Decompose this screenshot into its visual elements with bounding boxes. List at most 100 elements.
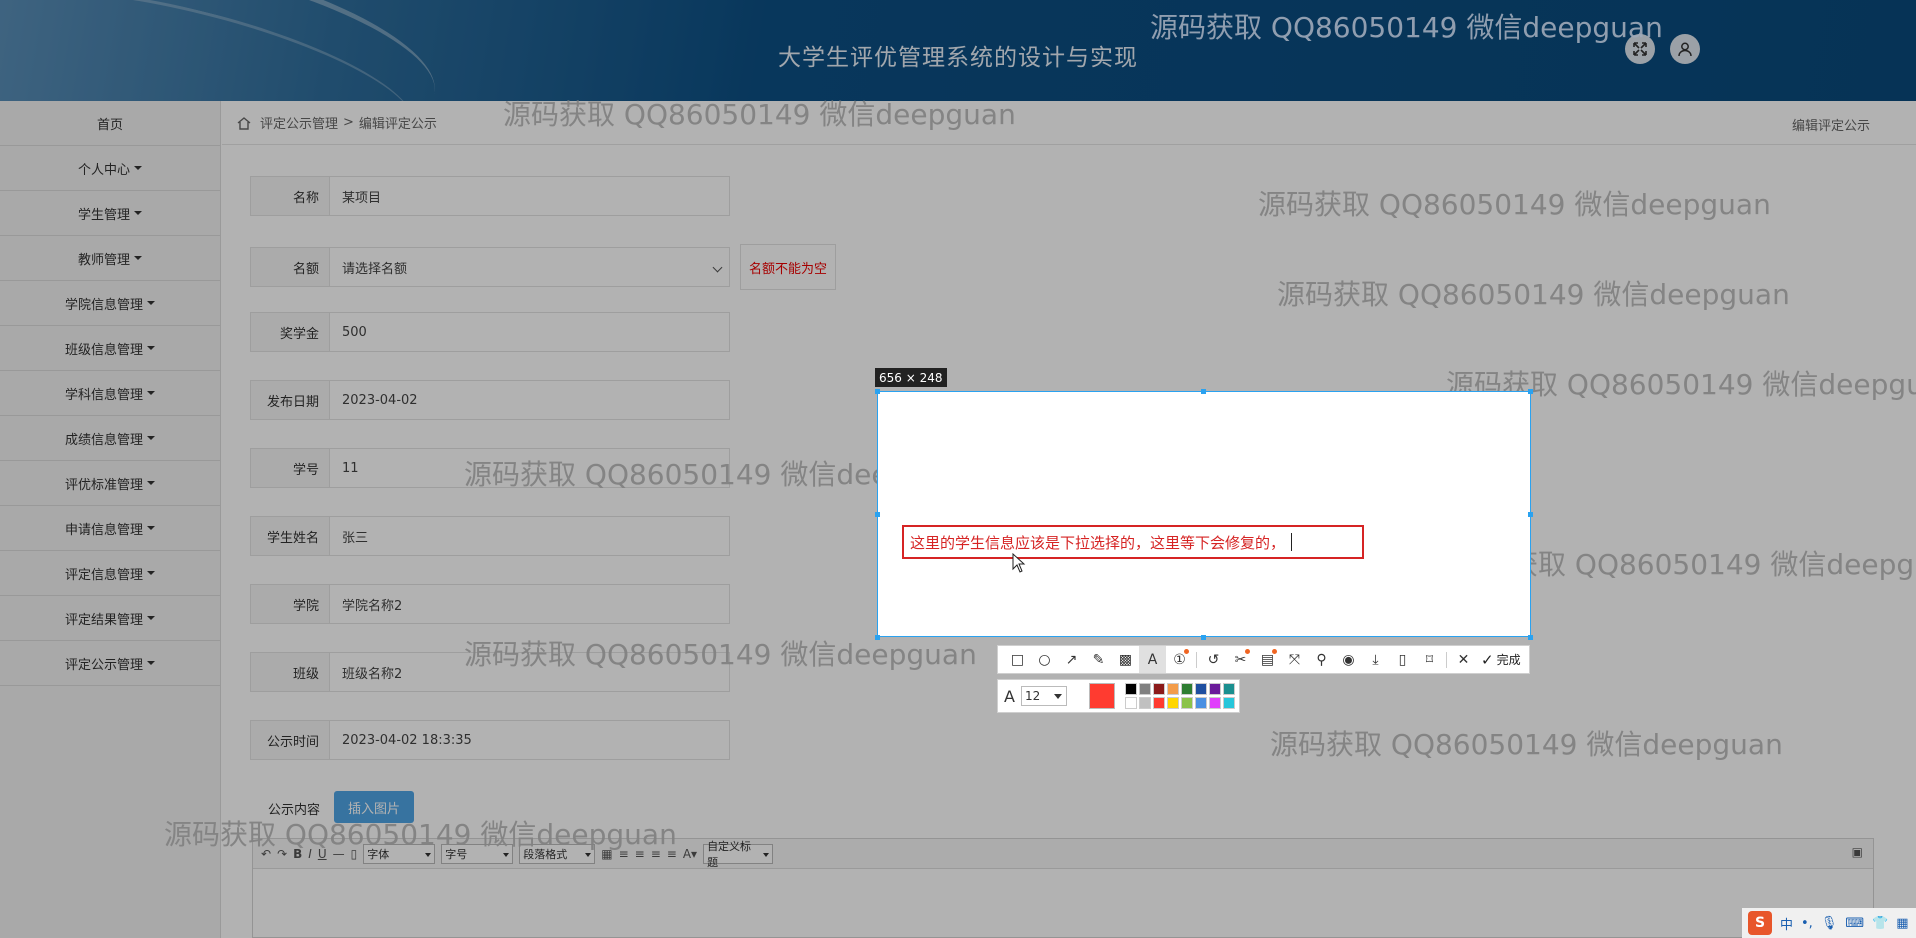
done-button[interactable]: ✓ 完成: [1481, 651, 1521, 669]
resize-handle[interactable]: [875, 635, 880, 640]
arrow-icon[interactable]: ↗: [1058, 646, 1085, 673]
resize-handle[interactable]: [875, 389, 880, 394]
font-color-icon[interactable]: A▾: [683, 847, 697, 861]
color-swatch[interactable]: [1208, 697, 1221, 709]
mouse-cursor-icon: [1012, 552, 1026, 577]
quota-select[interactable]: 请选择名额: [330, 247, 730, 287]
color-swatch[interactable]: [1194, 697, 1207, 709]
sidebar-item-results[interactable]: 评定结果管理: [0, 596, 220, 641]
fullscreen-editor-icon[interactable]: ▣: [1852, 845, 1863, 859]
annotation-textbox[interactable]: 这里的学生信息应该是下拉选择的，这里等下会修复的，: [902, 525, 1364, 559]
resize-handle[interactable]: [1528, 512, 1533, 517]
ocr-icon[interactable]: ▤: [1254, 646, 1281, 673]
font-icon: A: [1004, 686, 1015, 706]
chevron-down-icon: [134, 166, 142, 170]
skin-icon[interactable]: 👕: [1872, 916, 1888, 931]
student-no-label: 学号: [250, 448, 330, 488]
name-row: 名称 某项目: [250, 176, 730, 216]
scholarship-input[interactable]: 500: [330, 312, 730, 352]
sidebar-item-teachers[interactable]: 教师管理: [0, 236, 220, 281]
color-swatch[interactable]: [1166, 697, 1179, 709]
publish-date-label: 发布日期: [250, 380, 330, 420]
ellipse-icon[interactable]: ○: [1031, 646, 1058, 673]
college-input[interactable]: 学院名称2: [330, 584, 730, 624]
translate-icon[interactable]: ⤧: [1281, 646, 1308, 673]
close-icon[interactable]: ✕: [1450, 646, 1477, 673]
download-icon[interactable]: ⤓: [1362, 646, 1389, 673]
annotation-text: 这里的学生信息应该是下拉选择的，这里等下会修复的，: [910, 533, 1286, 552]
chevron-down-icon: [147, 436, 155, 440]
student-name-input[interactable]: 张三: [330, 516, 730, 556]
color-swatch[interactable]: [1180, 697, 1193, 709]
bookmark-icon[interactable]: ⌑: [1416, 646, 1443, 673]
sidebar-item-applications[interactable]: 申请信息管理: [0, 506, 220, 551]
resize-handle[interactable]: [875, 512, 880, 517]
current-color-swatch[interactable]: [1088, 683, 1115, 709]
chevron-down-icon: [147, 571, 155, 575]
text-style-toolbar: A 12: [997, 679, 1240, 713]
color-swatch[interactable]: [1194, 683, 1207, 695]
sidebar-item-notices[interactable]: 评定公示管理: [0, 641, 220, 686]
record-icon[interactable]: ◉: [1335, 646, 1362, 673]
sidebar-item-evaluations[interactable]: 评定信息管理: [0, 551, 220, 596]
class-label: 班级: [250, 652, 330, 692]
breadcrumb-separator: >: [343, 115, 354, 130]
punctuation-icon[interactable]: •,: [1801, 916, 1813, 931]
sidebar-item-criteria[interactable]: 评优标准管理: [0, 461, 220, 506]
scissors-icon[interactable]: ✂: [1227, 646, 1254, 673]
resize-handle[interactable]: [1528, 389, 1533, 394]
breadcrumb: 评定公示管理 > 编辑评定公示: [222, 101, 1916, 145]
home-icon[interactable]: [236, 115, 252, 131]
sidebar-item-class[interactable]: 班级信息管理: [0, 326, 220, 371]
color-swatch[interactable]: [1124, 683, 1137, 695]
resize-handle[interactable]: [1528, 635, 1533, 640]
grid-icon[interactable]: ▦: [1896, 916, 1908, 931]
number-marker-icon[interactable]: ①: [1166, 646, 1193, 673]
pin-icon[interactable]: ⚲: [1308, 646, 1335, 673]
ime-language[interactable]: 中: [1780, 914, 1793, 933]
color-swatch[interactable]: [1124, 697, 1137, 709]
color-swatch[interactable]: [1138, 697, 1151, 709]
chevron-down-icon: [712, 262, 723, 273]
sidebar-item-home[interactable]: 首页: [0, 101, 220, 146]
undo-icon[interactable]: ↺: [1200, 646, 1227, 673]
breadcrumb-parent[interactable]: 评定公示管理: [260, 113, 338, 132]
publish-date-input[interactable]: 2023-04-02: [330, 380, 730, 420]
sidebar-item-personal-center[interactable]: 个人中心: [0, 146, 220, 191]
resize-handle[interactable]: [1201, 635, 1206, 640]
sidebar-item-grades[interactable]: 成绩信息管理: [0, 416, 220, 461]
notice-time-label: 公示时间: [250, 720, 330, 760]
user-icon[interactable]: [1670, 34, 1700, 64]
color-swatch[interactable]: [1166, 683, 1179, 695]
chevron-down-icon: [147, 661, 155, 665]
notice-time-input[interactable]: 2023-04-02 18:3:35: [330, 720, 730, 760]
color-swatch[interactable]: [1180, 683, 1193, 695]
chevron-down-icon: [147, 616, 155, 620]
ime-logo[interactable]: S: [1748, 911, 1772, 935]
pencil-icon[interactable]: ✎: [1085, 646, 1112, 673]
name-input[interactable]: 某项目: [330, 176, 730, 216]
rectangle-icon[interactable]: □: [1004, 646, 1031, 673]
watermark: 源码获取 QQ86050149 微信deepguan: [164, 818, 677, 851]
color-swatch[interactable]: [1138, 683, 1151, 695]
sidebar-item-students[interactable]: 学生管理: [0, 191, 220, 236]
name-label: 名称: [250, 176, 330, 216]
color-swatch[interactable]: [1222, 683, 1235, 695]
font-size-select[interactable]: 12: [1020, 686, 1067, 706]
text-tool-icon[interactable]: A: [1139, 646, 1166, 673]
color-swatch[interactable]: [1208, 683, 1221, 695]
custom-title-select[interactable]: 自定义标题: [703, 840, 774, 869]
breadcrumb-current: 编辑评定公示: [358, 117, 437, 132]
mosaic-icon[interactable]: ▩: [1112, 646, 1139, 673]
phone-icon[interactable]: ▯: [1389, 646, 1416, 673]
capture-region[interactable]: [877, 391, 1531, 637]
sidebar-item-college[interactable]: 学院信息管理: [0, 281, 220, 326]
sidebar-item-subject[interactable]: 学科信息管理: [0, 371, 220, 416]
microphone-icon[interactable]: 🎙: [1821, 916, 1838, 931]
resize-handle[interactable]: [1201, 389, 1206, 394]
color-swatch[interactable]: [1222, 697, 1235, 709]
color-swatch[interactable]: [1152, 683, 1165, 695]
quota-row: 名额 请选择名额 名额不能为空: [250, 244, 837, 290]
keyboard-icon[interactable]: ⌨: [1845, 916, 1864, 931]
color-swatch[interactable]: [1152, 697, 1165, 709]
